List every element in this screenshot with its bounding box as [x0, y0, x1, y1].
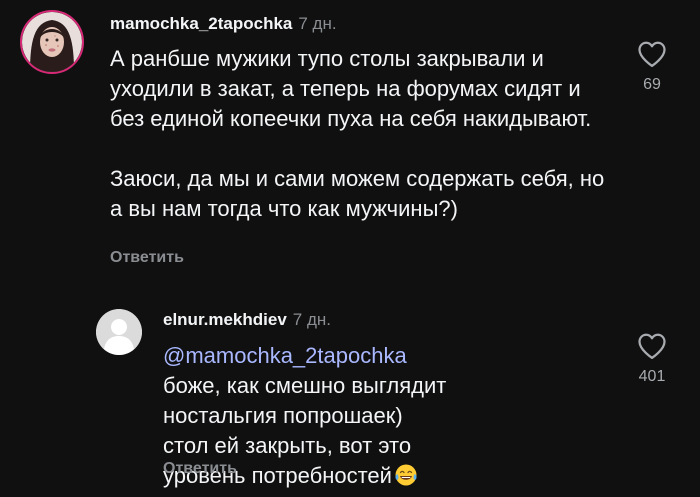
reply-username[interactable]: elnur.mekhdiev 7 дн.	[163, 310, 331, 330]
reply-item: elnur.mekhdiev 7 дн. @mamochka_2tapochka …	[0, 290, 700, 497]
reply-button[interactable]: Ответить	[163, 460, 237, 478]
comment-paragraph: А ранбше мужики тупо столы закрывали и у…	[110, 46, 592, 131]
reply-button[interactable]: Ответить	[110, 249, 184, 267]
like-count: 401	[638, 368, 666, 385]
comment-paragraph: Заюси, да мы и сами можем содержать себя…	[110, 166, 605, 221]
comment-time: 7 дн.	[298, 14, 337, 33]
avatar[interactable]	[20, 10, 84, 74]
username-text[interactable]: elnur.mekhdiev	[163, 310, 287, 329]
avatar[interactable]	[96, 309, 142, 355]
comment-username[interactable]: mamochka_2tapochka 7 дн.	[110, 14, 337, 34]
mention-link[interactable]: @mamochka_2tapochka	[163, 343, 407, 368]
tears-of-joy-emoji	[395, 464, 417, 486]
username-text[interactable]: mamochka_2tapochka	[110, 14, 292, 33]
profile-photo	[22, 12, 82, 72]
default-avatar-icon	[96, 309, 142, 355]
comment-text: А ранбше мужики тупо столы закрывали и у…	[110, 44, 620, 224]
like-button[interactable]: 401	[627, 332, 677, 386]
like-button[interactable]: 69	[627, 40, 677, 94]
reply-time: 7 дн.	[292, 310, 331, 329]
heart-icon[interactable]	[637, 40, 667, 68]
comment-item: mamochka_2tapochka 7 дн. А ранбше мужики …	[0, 0, 700, 290]
heart-icon[interactable]	[637, 332, 667, 360]
like-count: 69	[643, 76, 661, 93]
